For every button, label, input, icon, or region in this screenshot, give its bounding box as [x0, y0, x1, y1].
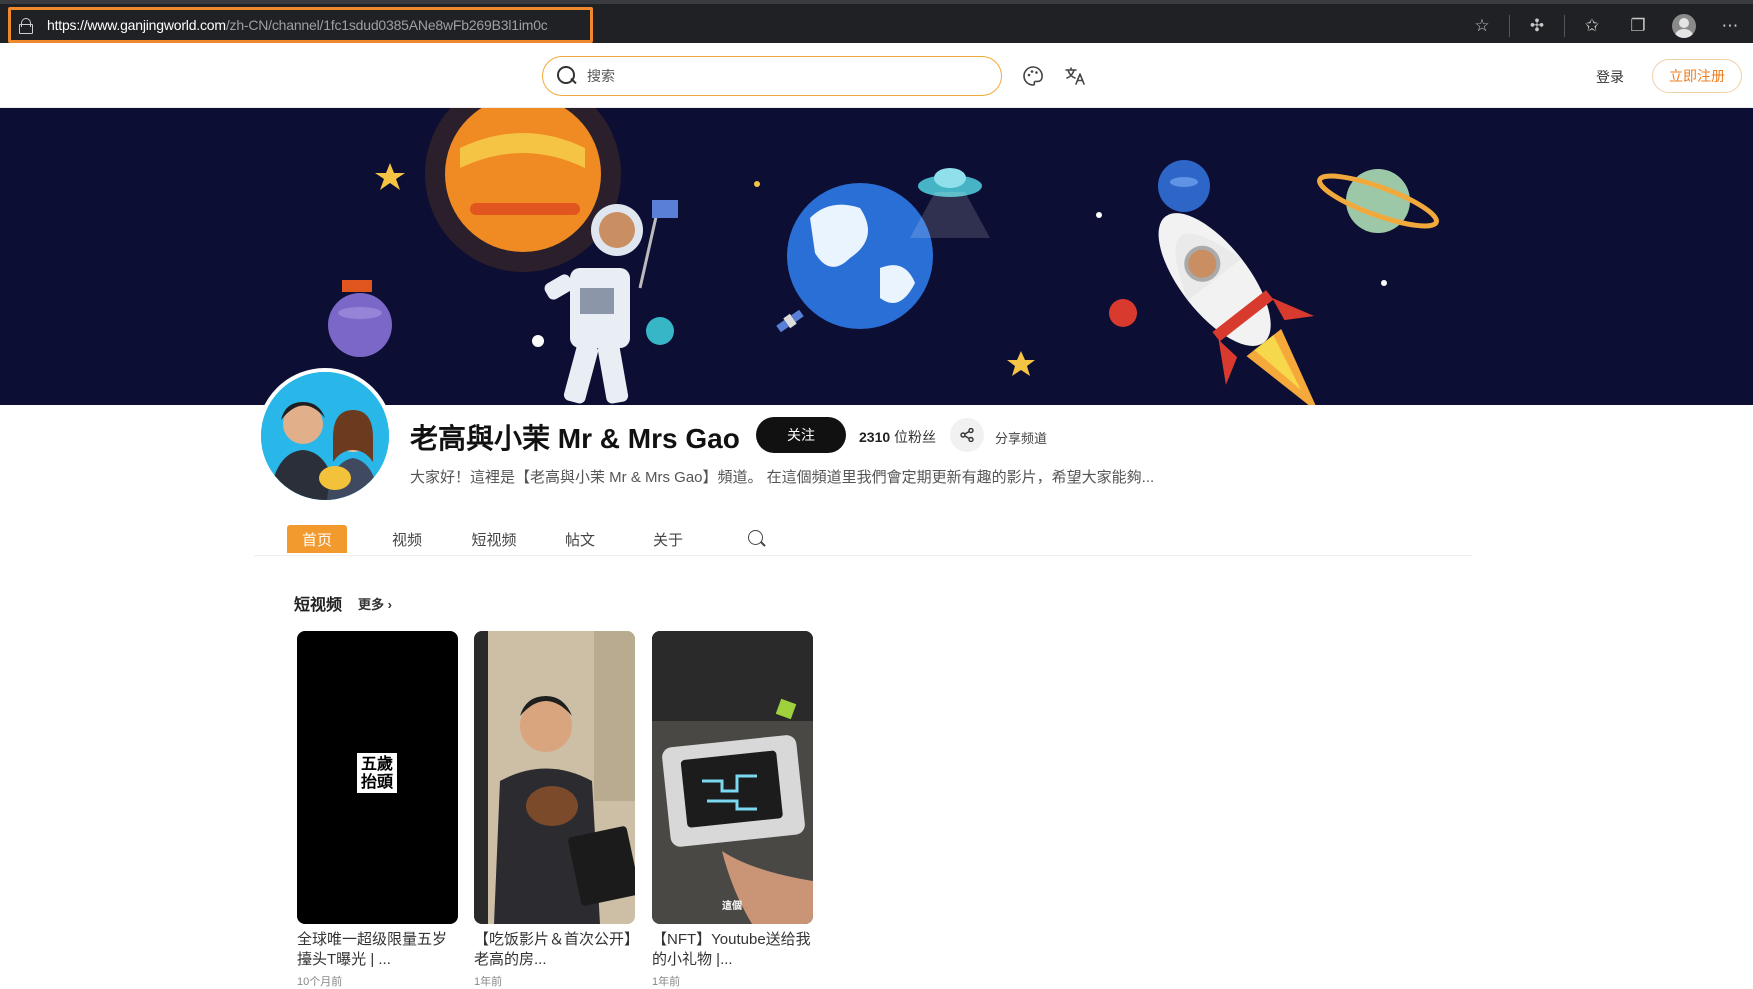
follow-button[interactable]: 关注	[756, 417, 846, 453]
space-banner-illustration	[328, 108, 1439, 405]
login-link[interactable]: 登录	[1596, 67, 1624, 87]
translate-icon-graphic	[1065, 67, 1085, 85]
tab-home[interactable]: 首页	[287, 525, 347, 553]
search-box[interactable]	[542, 56, 1002, 96]
search-icon[interactable]	[557, 66, 577, 86]
divider	[1564, 14, 1565, 37]
fans-count: 2310 位粉丝	[859, 427, 936, 447]
collections-icon[interactable]: ❐	[1615, 4, 1661, 47]
short-card[interactable]: 【吃饭影片＆首次公开】老高的房... 1年前	[474, 631, 635, 989]
share-icon[interactable]	[950, 418, 984, 452]
thumbnail-caption: 這個	[722, 901, 742, 912]
short-title[interactable]: 【NFT】Youtube送给我的小礼物 |...	[652, 930, 813, 970]
channel-tabs: 首页 视频 短视频 帖文 关于	[254, 525, 1472, 556]
fans-suffix: 位粉丝	[890, 429, 937, 445]
star-add-icon[interactable]: ☆	[1459, 4, 1505, 47]
profile-icon[interactable]	[1661, 4, 1707, 47]
profile-avatar	[1672, 13, 1696, 38]
short-thumbnail[interactable]	[474, 631, 635, 924]
share-icon-graphic	[960, 428, 974, 442]
short-thumbnail[interactable]: 五歲抬頭	[297, 631, 458, 924]
translate-icon[interactable]	[1062, 63, 1088, 89]
more-icon[interactable]: ⋯	[1707, 4, 1753, 47]
url-text[interactable]: https://www.ganjingworld.com/zh-CN/chann…	[47, 17, 548, 33]
search-input[interactable]	[587, 68, 967, 84]
short-title[interactable]: 全球唯一超级限量五岁擡头T曝光 | ...	[297, 930, 458, 970]
shorts-section-title: 短视频	[294, 597, 343, 614]
thumbnail-image	[474, 631, 635, 924]
divider	[1509, 14, 1510, 37]
short-thumbnail[interactable]: 這個	[652, 631, 813, 924]
tab-about[interactable]: 关于	[648, 525, 688, 553]
share-channel-link[interactable]: 分享频道	[995, 428, 1047, 447]
thumbnail-image	[652, 631, 813, 924]
palette-icon-graphic	[1023, 66, 1043, 86]
url-path: /zh-CN/channel/1fc1sdud0385ANe8wFb269B3l…	[225, 17, 548, 33]
register-button[interactable]: 立即注册	[1652, 59, 1742, 93]
shorts-more-link[interactable]: 更多 ›	[358, 594, 392, 613]
extensions-icon[interactable]: ✣	[1514, 4, 1560, 47]
tab-shorts[interactable]: 短视频	[464, 525, 524, 553]
channel-description[interactable]: 大家好！這裡是【老高與小茉 Mr & Mrs Gao】頻道。 在這個頻道里我們會…	[410, 466, 1154, 487]
short-card[interactable]: 這個 【NFT】Youtube送给我的小礼物 |... 1年前	[652, 631, 813, 989]
channel-search-icon[interactable]	[748, 530, 766, 548]
url-host: https://www.ganjingworld.com	[47, 17, 226, 33]
short-title[interactable]: 【吃饭影片＆首次公开】老高的房...	[474, 930, 635, 970]
site-header: 登录 立即注册	[0, 43, 1753, 108]
channel-name: 老高與小茉 Mr & Mrs Gao	[410, 423, 740, 454]
browser-actions: ☆ ✣ ✩ ❐ ⋯	[1459, 4, 1753, 47]
fans-number: 2310	[859, 429, 891, 445]
thumbnail-logo: 五歲抬頭	[357, 753, 397, 793]
short-card[interactable]: 五歲抬頭 全球唯一超级限量五岁擡头T曝光 | ... 10个月前	[297, 631, 458, 989]
browser-toolbar: https://www.ganjingworld.com/zh-CN/chann…	[0, 0, 1753, 43]
tab-posts[interactable]: 帖文	[560, 525, 600, 553]
address-bar[interactable]: https://www.ganjingworld.com/zh-CN/chann…	[8, 7, 593, 43]
avatar-illustration	[261, 372, 389, 500]
lock-icon[interactable]	[19, 18, 33, 34]
favorites-icon[interactable]: ✩	[1569, 4, 1615, 47]
palette-icon[interactable]	[1020, 63, 1046, 89]
channel-banner	[0, 108, 1753, 405]
tab-videos[interactable]: 视频	[382, 525, 432, 553]
chevron-right-icon: ›	[387, 597, 392, 612]
channel-avatar[interactable]	[257, 368, 393, 504]
more-label: 更多	[358, 597, 385, 612]
